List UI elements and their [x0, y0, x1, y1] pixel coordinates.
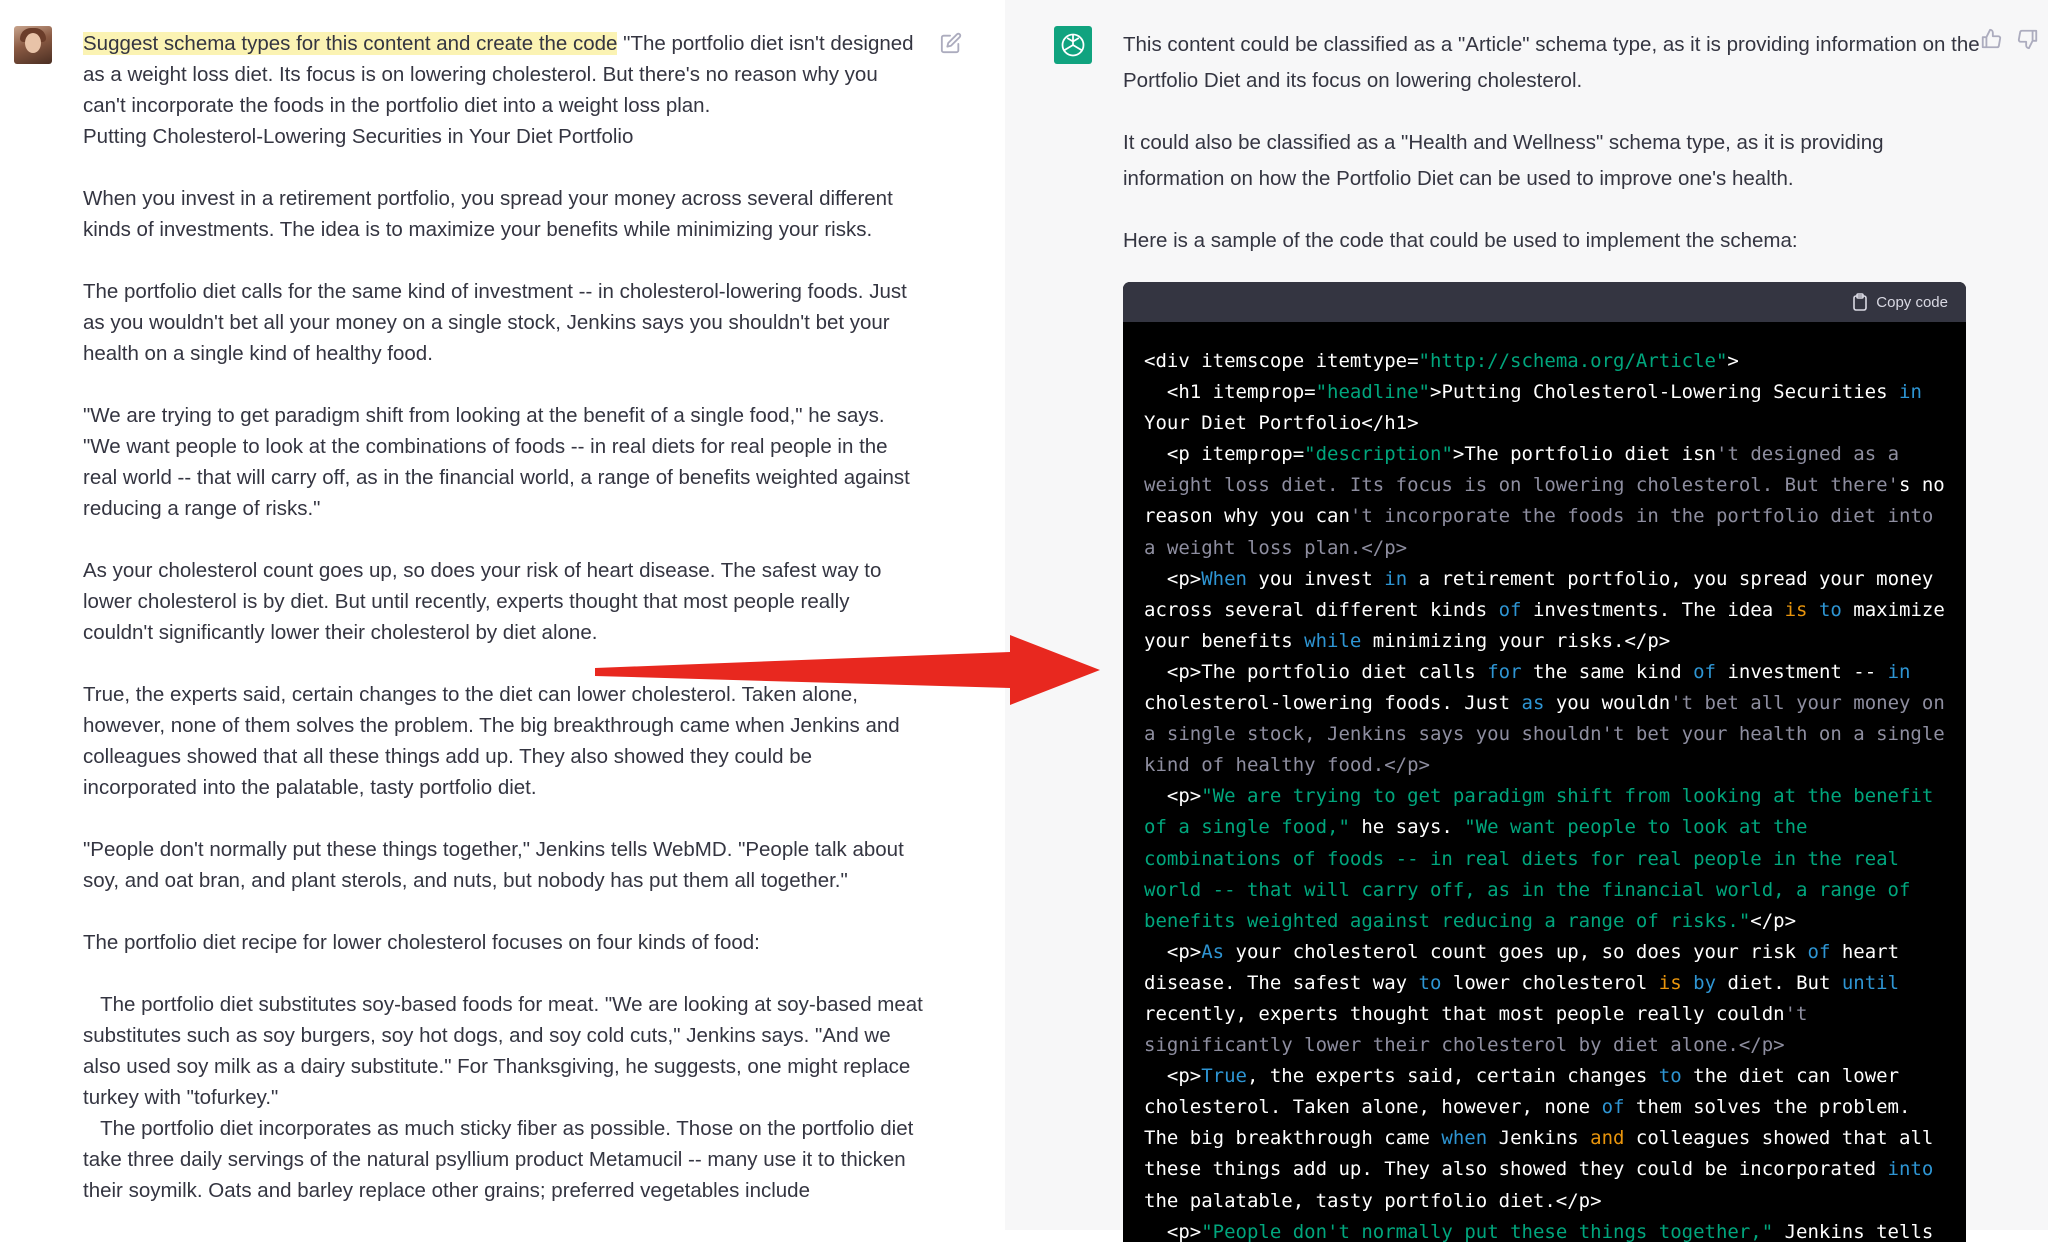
- user-paragraph: Suggest schema types for this content an…: [83, 32, 914, 148]
- user-paragraph: When you invest in a retirement portfoli…: [83, 187, 899, 241]
- code-token: of: [1498, 598, 1522, 621]
- assistant-message-text: This content could be classified as a "A…: [1123, 27, 1983, 285]
- code-token: to: [1418, 971, 1442, 994]
- code-token: by: [1693, 971, 1717, 994]
- code-token: as: [1521, 692, 1545, 715]
- code-token: 't significantly lower their cholesterol…: [1144, 1002, 1819, 1057]
- code-token: of: [1807, 940, 1831, 963]
- code-block-header: Copy code: [1123, 282, 1966, 322]
- code-token: is: [1658, 971, 1682, 994]
- code-token: "description": [1304, 443, 1453, 466]
- user-avatar: [14, 26, 52, 64]
- edit-icon[interactable]: [940, 32, 962, 54]
- code-token: When: [1201, 567, 1247, 590]
- clipboard-icon: [1853, 293, 1868, 311]
- code-token: 't bet all your money on a single stock,…: [1144, 692, 1957, 777]
- code-token: 't incorporate the foods in the portfoli…: [1144, 505, 1945, 559]
- code-token: "http://schema.org/Article": [1418, 350, 1728, 372]
- code-token: to: [1658, 1065, 1682, 1088]
- code-token: of: [1693, 660, 1716, 683]
- copy-code-label: Copy code: [1876, 293, 1948, 311]
- red-arrow: [595, 635, 1100, 705]
- code-token: As: [1201, 940, 1225, 963]
- user-paragraph: "People don't normally put these things …: [83, 838, 910, 892]
- user-message-panel: Suggest schema types for this content an…: [0, 0, 1005, 1230]
- user-paragraph: The portfolio diet calls for the same ki…: [83, 280, 913, 365]
- code-token: is: [1784, 598, 1808, 621]
- code-content: <div itemscope itemtype="http://schema.o…: [1144, 350, 1957, 1242]
- answer-paragraph: Here is a sample of the code that could …: [1123, 229, 1798, 252]
- code-token: "headline": [1315, 381, 1430, 404]
- code-token: True: [1201, 1065, 1247, 1088]
- code-token: for: [1487, 660, 1522, 683]
- code-token: to: [1818, 598, 1842, 621]
- answer-paragraph: It could also be classified as a "Health…: [1123, 131, 1884, 190]
- openai-logo-icon: [1054, 26, 1092, 64]
- code-token: into: [1887, 1158, 1934, 1181]
- code-token: while: [1304, 629, 1362, 652]
- code-token: in: [1899, 381, 1922, 404]
- code-token: "People don't normally put these things …: [1201, 1220, 1774, 1242]
- user-paragraph: "We are trying to get paradigm shift fro…: [83, 404, 916, 520]
- thumbs-down-icon[interactable]: [2017, 28, 2039, 50]
- answer-paragraph: This content could be classified as a "A…: [1123, 33, 1980, 92]
- code-token: in: [1384, 567, 1408, 590]
- copy-code-button[interactable]: Copy code: [1852, 293, 1948, 311]
- code-token: 't designed as a weight loss diet. Its f…: [1144, 443, 1911, 497]
- code-token: until: [1841, 971, 1900, 994]
- code-token: of: [1601, 1096, 1625, 1119]
- user-paragraph: The portfolio diet recipe for lower chol…: [83, 931, 760, 954]
- thumbs-up-icon[interactable]: [1980, 28, 2002, 50]
- highlighted-prompt: Suggest schema types for this content an…: [83, 32, 618, 55]
- user-paragraph: The portfolio diet substitutes soy-based…: [83, 993, 923, 1202]
- code-token: and: [1590, 1127, 1625, 1150]
- code-token: when: [1441, 1127, 1488, 1150]
- code-token: in: [1887, 660, 1911, 683]
- code-block: Copy code <div itemscope itemtype="http:…: [1123, 282, 1966, 1242]
